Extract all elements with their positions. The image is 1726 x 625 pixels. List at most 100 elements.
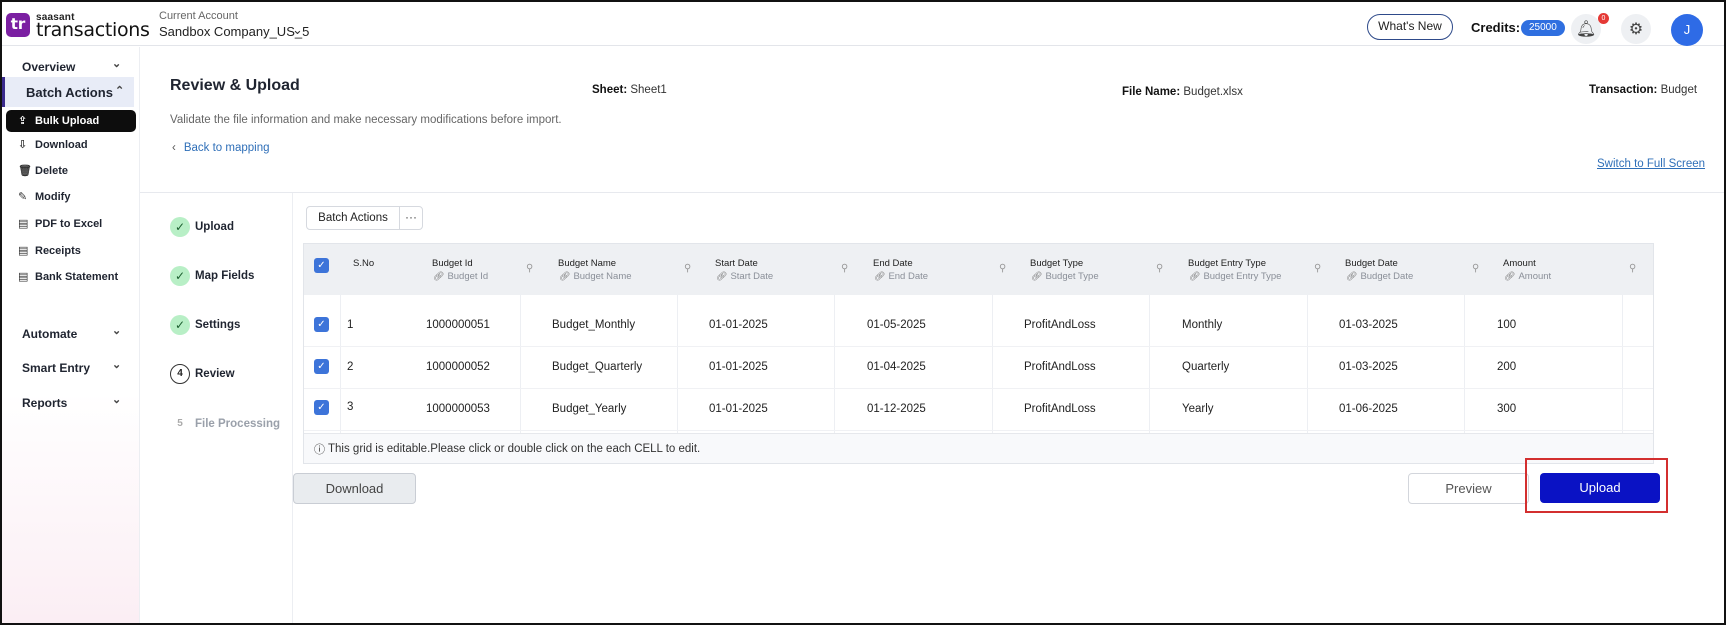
search-icon[interactable]: ⚲ xyxy=(1629,263,1636,274)
sidebar-item-smart-entry[interactable]: Smart Entry ⌄ xyxy=(2,352,134,382)
cell-budget-entry-type[interactable]: Yearly xyxy=(1182,403,1214,415)
row-checkbox[interactable]: ✓ xyxy=(314,317,329,332)
cell-budget-name[interactable]: Budget_Yearly xyxy=(552,403,626,415)
cell-end-date[interactable]: 01-12-2025 xyxy=(867,403,926,415)
cell-budget-id[interactable]: 1000000052 xyxy=(426,361,490,373)
cell-amount[interactable]: 200 xyxy=(1497,361,1516,373)
sidebar-item-delete[interactable]: 🗑︎ Delete xyxy=(6,160,136,182)
bell-icon[interactable]: 🔔︎ xyxy=(1571,14,1601,44)
cell-sno[interactable]: 1 xyxy=(347,319,353,331)
search-icon[interactable]: ⚲ xyxy=(1314,263,1321,274)
cell-amount[interactable]: 300 xyxy=(1497,403,1516,415)
search-icon[interactable]: ⚲ xyxy=(526,263,533,274)
step-label: File Processing xyxy=(195,418,281,430)
switch-full-screen-link[interactable]: Switch to Full Screen xyxy=(1597,158,1705,170)
column-header-end-date[interactable]: End Date xyxy=(873,258,913,269)
sidebar-item-bulk-upload[interactable]: ⇪ Bulk Upload xyxy=(6,110,136,132)
sidebar-item-pdf-to-excel[interactable]: ▤ PDF to Excel xyxy=(6,213,136,235)
table-row[interactable]: ✓ 1 1000000051 Budget_Monthly 01-01-2025… xyxy=(304,305,1653,347)
cell-amount[interactable]: 100 xyxy=(1497,319,1516,331)
sidebar-item-label: Download xyxy=(35,139,88,151)
column-mapping-label: Budget Id xyxy=(447,271,489,282)
sidebar-item-batch-actions[interactable]: Batch Actions ⌃ xyxy=(2,77,134,107)
edit-icon: ✎ xyxy=(18,190,28,203)
cell-end-date[interactable]: 01-04-2025 xyxy=(867,361,926,373)
cell-sno[interactable]: 3 xyxy=(347,401,353,413)
sidebar-item-bank-statement[interactable]: ▤ Bank Statement xyxy=(6,266,136,288)
download-button[interactable]: Download xyxy=(293,473,416,504)
column-header-budget-id[interactable]: Budget Id xyxy=(432,258,473,269)
cell-budget-type[interactable]: ProfitAndLoss xyxy=(1024,319,1096,331)
cell-budget-name[interactable]: Budget_Monthly xyxy=(552,319,635,331)
link-icon: 🔗︎ xyxy=(433,272,445,282)
sidebar-item-download[interactable]: ⇩ Download xyxy=(6,134,136,156)
column-header-budget-date[interactable]: Budget Date xyxy=(1345,258,1398,269)
stepper-divider xyxy=(292,193,293,623)
upload-button[interactable]: Upload xyxy=(1540,473,1660,503)
select-all-checkbox[interactable]: ✓ xyxy=(314,258,329,273)
grid-editable-note: ⓘ This grid is editable.Please click or … xyxy=(304,433,1653,463)
batch-actions-button[interactable]: Batch Actions xyxy=(306,206,400,230)
cell-budget-date[interactable]: 01-03-2025 xyxy=(1339,361,1398,373)
brand-logo-icon[interactable]: tr xyxy=(6,13,30,37)
cell-budget-type[interactable]: ProfitAndLoss xyxy=(1024,403,1096,415)
row-checkbox[interactable]: ✓ xyxy=(314,359,329,374)
file-name-value: Budget.xlsx xyxy=(1183,86,1243,98)
avatar[interactable]: J xyxy=(1671,14,1703,46)
whats-new-button[interactable]: What's New xyxy=(1367,14,1453,40)
grid-note-text: This grid is editable.Please click or do… xyxy=(328,443,701,455)
cell-budget-date[interactable]: 01-03-2025 xyxy=(1339,319,1398,331)
table-row[interactable]: ✓ 2 1000000052 Budget_Quarterly 01-01-20… xyxy=(304,347,1653,389)
account-selector[interactable]: Sandbox Company_US_5 xyxy=(159,24,309,39)
search-icon[interactable]: ⚲ xyxy=(1472,263,1479,274)
cell-budget-date[interactable]: 01-06-2025 xyxy=(1339,403,1398,415)
more-options-icon[interactable]: ··· xyxy=(399,206,423,230)
cell-budget-entry-type[interactable]: Monthly xyxy=(1182,319,1222,331)
sidebar-item-automate[interactable]: Automate ⌄ xyxy=(2,318,134,348)
column-header-sno[interactable]: S.No xyxy=(353,258,374,269)
back-to-mapping-label: Back to mapping xyxy=(183,142,270,154)
cell-budget-type[interactable]: ProfitAndLoss xyxy=(1024,361,1096,373)
sidebar-item-label: Modify xyxy=(35,191,71,203)
search-icon[interactable]: ⚲ xyxy=(684,263,691,274)
column-header-budget-name[interactable]: Budget Name xyxy=(558,258,616,269)
cell-budget-entry-type[interactable]: Quarterly xyxy=(1182,361,1229,373)
chevron-down-icon: ⌄ xyxy=(112,394,122,406)
chevron-up-icon: ⌃ xyxy=(115,85,125,97)
transaction-info: Transaction: Budget xyxy=(1589,84,1697,96)
gear-icon[interactable]: ⚙ xyxy=(1621,14,1651,44)
table-row[interactable]: ✓ 3 1000000053 Budget_Yearly 01-01-2025 … xyxy=(304,389,1653,431)
section-divider xyxy=(140,192,1724,193)
cell-sno[interactable]: 2 xyxy=(347,361,353,373)
sidebar-item-label: Delete xyxy=(35,165,69,177)
cell-end-date[interactable]: 01-05-2025 xyxy=(867,319,926,331)
sheet-value: Sheet1 xyxy=(630,84,667,96)
sidebar-item-reports[interactable]: Reports ⌄ xyxy=(2,387,134,417)
cell-start-date[interactable]: 01-01-2025 xyxy=(709,319,768,331)
cell-start-date[interactable]: 01-01-2025 xyxy=(709,361,768,373)
column-mapping-label: Budget Type xyxy=(1045,271,1099,282)
sidebar-item-label: Smart Entry xyxy=(22,361,91,375)
grid-header: ✓ S.No Budget Id 🔗︎ Budget Id ⚲ Budget Na… xyxy=(304,244,1653,295)
column-header-budget-entry-type[interactable]: Budget Entry Type xyxy=(1188,258,1266,269)
column-header-amount[interactable]: Amount xyxy=(1503,258,1536,269)
cell-budget-id[interactable]: 1000000051 xyxy=(426,319,490,331)
sidebar-item-receipts[interactable]: ▤ Receipts xyxy=(6,240,136,262)
chevron-down-icon[interactable]: ⌄ xyxy=(292,22,303,38)
chevron-left-icon: ‹ xyxy=(172,142,176,154)
sidebar-item-label: Automate xyxy=(22,327,78,341)
column-header-start-date[interactable]: Start Date xyxy=(715,258,758,269)
cell-budget-name[interactable]: Budget_Quarterly xyxy=(552,361,642,373)
row-checkbox[interactable]: ✓ xyxy=(314,400,329,415)
search-icon[interactable]: ⚲ xyxy=(999,263,1006,274)
sidebar-item-modify[interactable]: ✎ Modify xyxy=(6,186,136,208)
search-icon[interactable]: ⚲ xyxy=(841,263,848,274)
column-mapping-amount: 🔗︎ Amount xyxy=(1504,271,1551,282)
cell-budget-id[interactable]: 1000000053 xyxy=(426,403,490,415)
column-header-budget-type[interactable]: Budget Type xyxy=(1030,258,1083,269)
back-to-mapping-link[interactable]: ‹ Back to mapping xyxy=(172,142,270,154)
search-icon[interactable]: ⚲ xyxy=(1156,263,1163,274)
cell-start-date[interactable]: 01-01-2025 xyxy=(709,403,768,415)
column-mapping-label: End Date xyxy=(888,271,929,282)
preview-button[interactable]: Preview xyxy=(1408,473,1529,504)
